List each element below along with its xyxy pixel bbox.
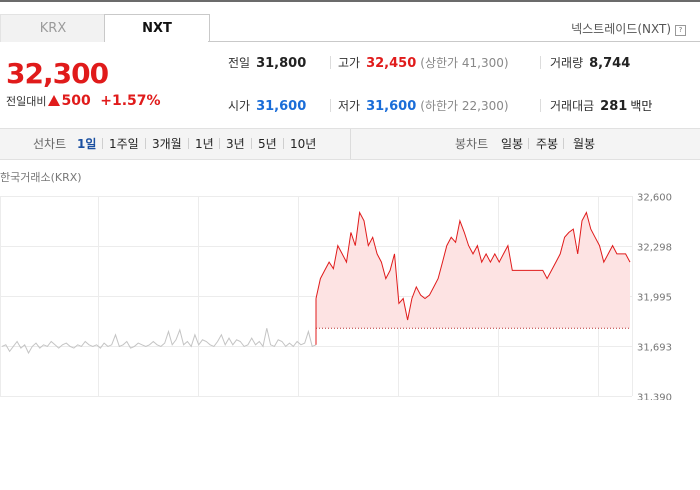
exchange-label: 넥스트레이드(NXT)? — [571, 20, 686, 37]
y-tick-label: 31,995 — [637, 293, 672, 304]
divider — [540, 99, 541, 112]
stat-label: 전일 — [228, 56, 251, 70]
stat-low: 저가 31,600 (하한가 22,300) — [338, 97, 509, 114]
series-area-current — [316, 212, 630, 329]
period-1y[interactable]: 1년 — [195, 135, 214, 152]
stat-unit: 백만 — [630, 99, 653, 113]
stat-value: 8,744 — [589, 56, 631, 71]
top-border — [0, 0, 700, 2]
divider — [330, 56, 331, 69]
period-bar: 선차트 1일 1주일 3개월 1년 3년 5년 10년 봉차트 일봉 주봉 월봉 — [0, 128, 700, 160]
stat-label: 거래대금 — [550, 99, 595, 113]
line-chart-label: 선차트 — [33, 137, 67, 151]
series-line-previous — [1, 328, 317, 355]
divider — [145, 138, 146, 149]
y-tick-label: 31,693 — [637, 343, 672, 354]
period-1w[interactable]: 1주일 — [109, 135, 139, 152]
divider — [330, 99, 331, 112]
divider — [528, 138, 529, 149]
stat-label: 시가 — [228, 99, 251, 113]
stat-label: 고가 — [338, 56, 361, 70]
period-3m[interactable]: 3개월 — [152, 135, 182, 152]
tab-krx[interactable]: KRX — [0, 14, 106, 42]
current-price: 32,300 — [6, 57, 109, 90]
stat-prev-close: 전일 31,800 — [228, 54, 306, 71]
stat-high: 고가 32,450 (상한가 41,300) — [338, 54, 509, 71]
divider — [283, 138, 284, 149]
y-tick-label: 32,298 — [637, 243, 672, 254]
period-1d[interactable]: 1일 — [77, 135, 96, 152]
stat-value: 281 — [600, 99, 628, 114]
tab-divider — [208, 41, 700, 42]
change-label: 전일대비 — [6, 95, 47, 108]
price-change: 전일대비 500 +1.57% — [6, 93, 161, 109]
y-tick-label: 32,600 — [637, 193, 672, 204]
upper-limit: (상한가 41,300) — [420, 56, 509, 70]
period-5y[interactable]: 5년 — [258, 135, 277, 152]
period-daily[interactable]: 일봉 — [501, 135, 523, 152]
divider — [563, 138, 564, 149]
stat-value: 31,600 — [366, 99, 417, 114]
candle-chart-label: 봉차트 — [455, 137, 489, 151]
stat-volume: 거래량 8,744 — [550, 54, 630, 71]
up-triangle-icon — [48, 95, 61, 106]
tab-nxt[interactable]: NXT — [104, 14, 210, 42]
change-value: 500 — [61, 93, 91, 109]
divider — [188, 138, 189, 149]
market-tabs: KRX NXT — [0, 14, 210, 42]
y-tick-label: 31,390 — [637, 393, 672, 401]
period-weekly[interactable]: 주봉 — [536, 135, 558, 152]
exchange-name: 넥스트레이드(NXT) — [571, 22, 671, 36]
lower-limit: (하한가 22,300) — [420, 99, 509, 113]
stat-label: 거래량 — [550, 56, 584, 70]
divider — [219, 138, 220, 149]
stat-open: 시가 31,600 — [228, 97, 306, 114]
period-10y[interactable]: 10년 — [290, 135, 316, 152]
period-3y[interactable]: 3년 — [226, 135, 245, 152]
stat-value: 31,600 — [256, 99, 307, 114]
bar-divider — [350, 129, 351, 159]
change-percent: +1.57% — [100, 93, 161, 109]
stat-value: 32,450 — [366, 56, 417, 71]
divider — [540, 56, 541, 69]
stat-label: 저가 — [338, 99, 361, 113]
stat-amount: 거래대금 281 백만 — [550, 97, 652, 114]
stat-value: 31,800 — [256, 56, 307, 71]
divider — [102, 138, 103, 149]
help-icon[interactable]: ? — [675, 25, 686, 36]
divider — [251, 138, 252, 149]
period-monthly[interactable]: 월봉 — [573, 135, 595, 152]
price-chart[interactable]: 32,600 32,298 31,995 31,693 31,390 — [0, 180, 700, 400]
